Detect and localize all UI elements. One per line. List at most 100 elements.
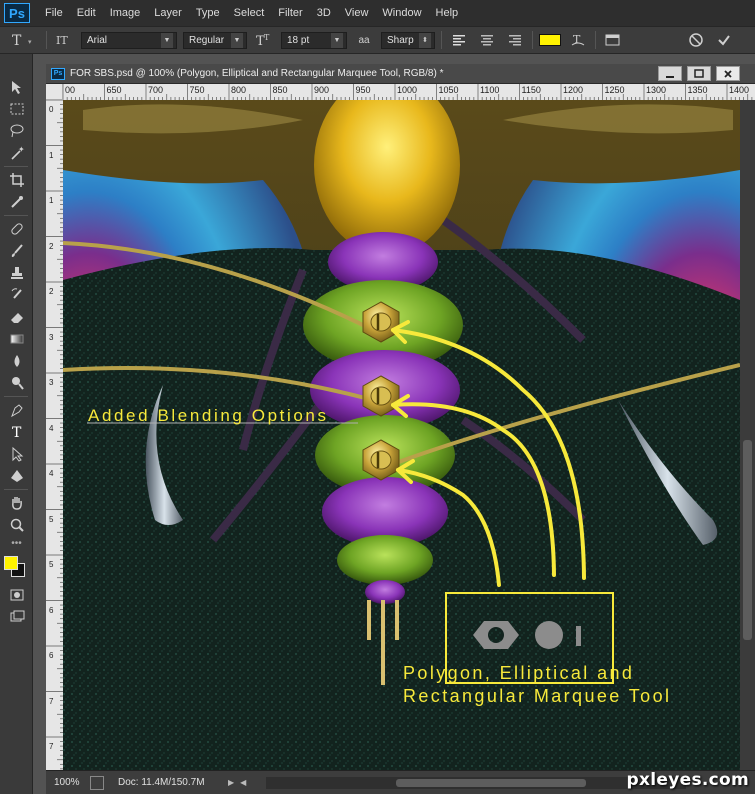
menu-view[interactable]: View: [338, 0, 376, 26]
menu-layer[interactable]: Layer: [147, 0, 189, 26]
marquee-tool-icon[interactable]: [0, 98, 33, 120]
antialias-value: Sharp: [387, 34, 414, 46]
ruler-label: 1300: [646, 85, 667, 95]
vertical-scrollbar[interactable]: [740, 100, 755, 770]
ruler-label: 1100: [480, 85, 500, 95]
color-swatches[interactable]: [0, 554, 33, 584]
horizontal-ruler[interactable]: 00 650 700 750 800 850 900 950 1000 1050 1100 1150 1…: [63, 84, 755, 100]
zoom-level[interactable]: 100%: [54, 775, 90, 791]
antialias-select[interactable]: Sharp ⬍: [381, 31, 435, 49]
commit-checkmark-icon[interactable]: [713, 30, 735, 50]
move-tool-icon[interactable]: [0, 76, 33, 98]
ruler-label: 1050: [438, 85, 459, 95]
divider: [46, 31, 47, 49]
menu-image[interactable]: Image: [103, 0, 148, 26]
minimize-button[interactable]: [658, 66, 682, 81]
ruler-label: 700: [148, 85, 164, 95]
document-tab[interactable]: Ps FOR SBS.psd @ 100% (Polygon, Elliptic…: [46, 64, 755, 84]
align-center-icon[interactable]: [476, 30, 498, 50]
menu-help[interactable]: Help: [429, 0, 466, 26]
divider: [4, 215, 28, 216]
screen-mode-icon[interactable]: [0, 606, 33, 628]
blending-options-label: Added Blending Options: [88, 406, 329, 425]
font-size-select[interactable]: 18 pt ▼: [281, 31, 347, 49]
healing-brush-tool-icon[interactable]: [0, 218, 33, 240]
cancel-icon[interactable]: [685, 30, 707, 50]
shape-tool-icon[interactable]: [0, 465, 33, 487]
align-left-icon[interactable]: [448, 30, 470, 50]
text-color-swatch[interactable]: [539, 34, 561, 46]
export-icon[interactable]: [90, 775, 104, 790]
blur-tool-icon[interactable]: [0, 350, 33, 372]
font-family-select[interactable]: Arial ▼: [81, 31, 177, 49]
chevron-left-icon[interactable]: ◀: [240, 778, 246, 787]
pen-tool-icon[interactable]: [0, 399, 33, 421]
quick-mask-icon[interactable]: [0, 584, 33, 606]
divider: [595, 31, 596, 49]
lasso-tool-icon[interactable]: [0, 120, 33, 142]
chevron-down-icon: ▼: [161, 32, 173, 48]
chevron-right-icon[interactable]: ▶: [228, 778, 234, 787]
hand-tool-icon[interactable]: [0, 492, 33, 514]
menu-select[interactable]: Select: [227, 0, 272, 26]
magic-wand-tool-icon[interactable]: ✦: [0, 142, 33, 164]
menu-3d[interactable]: 3D: [310, 0, 338, 26]
brush-tool-icon[interactable]: [0, 240, 33, 262]
maximize-button[interactable]: [687, 66, 711, 81]
warp-text-icon[interactable]: T: [567, 30, 589, 50]
gradient-tool-icon[interactable]: [0, 328, 33, 350]
menu-filter[interactable]: Filter: [271, 0, 309, 26]
svg-text:T: T: [12, 425, 22, 440]
horizontal-scrollbar[interactable]: [266, 776, 687, 789]
more-tools-icon[interactable]: •••: [0, 536, 33, 550]
path-selection-tool-icon[interactable]: [0, 443, 33, 465]
type-tool-icon[interactable]: T: [0, 421, 33, 443]
menu-file[interactable]: File: [38, 0, 70, 26]
dodge-tool-icon[interactable]: [0, 372, 33, 394]
svg-text:▾: ▾: [28, 39, 32, 46]
ruler-label: 850: [272, 85, 288, 95]
document-size[interactable]: Doc: 11.4M/150.7M: [118, 777, 228, 788]
ruler-label: 950: [355, 85, 371, 95]
close-button[interactable]: [716, 66, 740, 81]
crop-tool-icon[interactable]: [0, 169, 33, 191]
divider: [4, 396, 28, 397]
canvas[interactable]: Added Blending Options Polygon, Elliptic…: [63, 100, 740, 770]
svg-text:T: T: [12, 33, 22, 48]
ruler-label: 7: [49, 696, 54, 706]
align-right-icon[interactable]: [504, 30, 526, 50]
vertical-ruler[interactable]: 0 1 1 2 2 3 3 4 4 5 5 6 6 7 7: [46, 100, 63, 770]
ruler-label: 00: [65, 85, 76, 95]
divider: [4, 489, 28, 490]
foreground-color-swatch[interactable]: [4, 556, 18, 570]
menu-window[interactable]: Window: [375, 0, 428, 26]
menu-bar: Ps File Edit Image Layer Type Select Fil…: [0, 0, 755, 26]
ruler-origin[interactable]: [46, 84, 63, 100]
ruler-label: 1: [49, 196, 54, 205]
character-panel-icon[interactable]: [602, 30, 624, 50]
clone-stamp-tool-icon[interactable]: [0, 262, 33, 284]
toggle-text-orientation-icon[interactable]: IT: [53, 30, 75, 50]
font-size-value: 18 pt: [287, 34, 310, 46]
divider: [4, 166, 28, 167]
ruler-label: 2: [49, 287, 54, 296]
chevron-down-icon: ▼: [231, 32, 243, 48]
marquee-caption-line-1: Polygon, Elliptical and: [403, 663, 635, 683]
divider: [441, 31, 442, 49]
ruler-label: 800: [231, 85, 247, 95]
menu-edit[interactable]: Edit: [70, 0, 103, 26]
history-brush-tool-icon[interactable]: [0, 284, 33, 306]
eraser-tool-icon[interactable]: [0, 306, 33, 328]
antialias-icon: aa: [358, 34, 370, 46]
horizontal-scroll-thumb[interactable]: [396, 778, 587, 787]
zoom-tool-icon[interactable]: [0, 514, 33, 536]
vertical-scroll-thumb[interactable]: [743, 440, 752, 640]
menu-type[interactable]: Type: [189, 0, 227, 26]
eyedropper-tool-icon[interactable]: [0, 191, 33, 213]
svg-text:T: T: [264, 33, 270, 42]
ruler-label: 6: [49, 651, 54, 660]
type-tool-preset-icon[interactable]: T ▾: [6, 30, 40, 50]
font-style-select[interactable]: Regular ▼: [183, 31, 247, 49]
ruler-label: 750: [189, 85, 205, 95]
ruler-label: 4: [49, 469, 54, 478]
